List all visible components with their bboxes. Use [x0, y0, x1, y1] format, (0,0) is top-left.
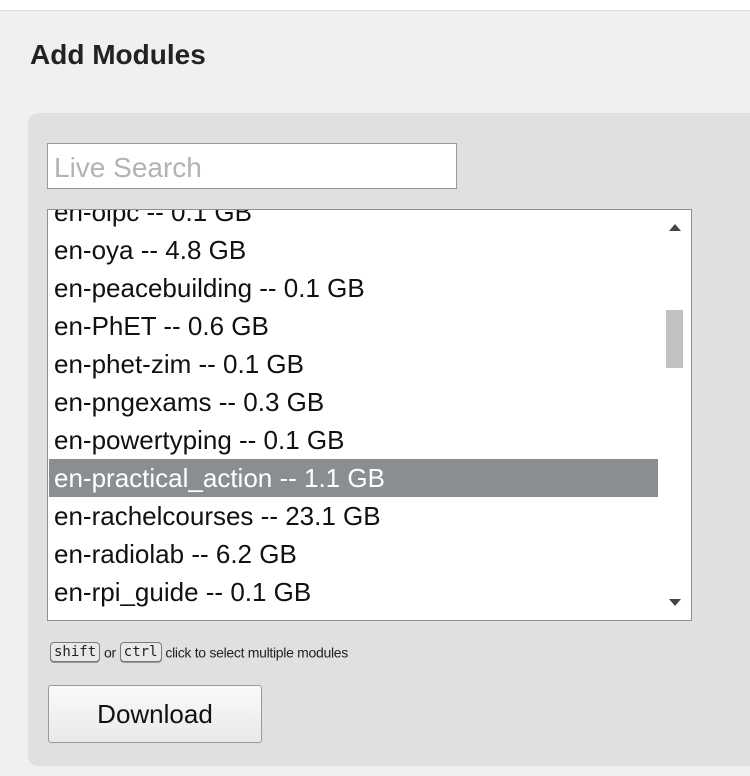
- module-option[interactable]: en-PhET -- 0.6 GB: [49, 307, 658, 345]
- module-option[interactable]: en-rpi_guide -- 0.1 GB: [49, 573, 658, 611]
- module-option[interactable]: en-olpc -- 0.1 GB: [49, 210, 658, 231]
- hint-text: click to select multiple modules: [165, 644, 348, 661]
- scroll-up-icon[interactable]: [669, 224, 681, 231]
- download-button[interactable]: Download: [48, 685, 262, 743]
- section-title: Add Modules: [30, 39, 206, 70]
- module-option[interactable]: en-radiolab -- 6.2 GB: [49, 535, 658, 573]
- shift-key: shift: [50, 642, 101, 663]
- scroll-thumb[interactable]: [666, 310, 683, 368]
- live-search-input[interactable]: [47, 143, 457, 189]
- hint-or-text: or: [104, 644, 116, 661]
- module-option[interactable]: en-phet-zim -- 0.1 GB: [49, 345, 658, 383]
- multi-select-hint: shift or ctrl click to select multiple m…: [50, 640, 348, 664]
- page: Add Modules en-olpc -- 0.1 GBen-oya -- 4…: [0, 0, 750, 776]
- module-select-list[interactable]: en-olpc -- 0.1 GB en-oya -- 4.8 GB en-peac…: [47, 209, 692, 621]
- module-option-selected[interactable]: en-practical_action -- 1.1 GB: [49, 459, 658, 497]
- module-option[interactable]: en-pngexams -- 0.3 GB: [49, 383, 658, 421]
- module-options: en-olpc -- 0.1 GB en-oya -- 4.8 GB en-peac…: [49, 210, 658, 611]
- ctrl-key: ctrl: [119, 642, 162, 663]
- list-scrollbar[interactable]: [660, 211, 690, 619]
- module-option[interactable]: en-peacebuilding -- 0.1 GB: [49, 269, 658, 307]
- module-option[interactable]: en-oya -- 4.8 GB: [49, 231, 658, 269]
- scroll-down-icon[interactable]: [669, 599, 681, 606]
- module-option[interactable]: en-powertyping -- 0.1 GB: [49, 421, 658, 459]
- module-option[interactable]: en-rachelcourses -- 23.1 GB: [49, 497, 658, 535]
